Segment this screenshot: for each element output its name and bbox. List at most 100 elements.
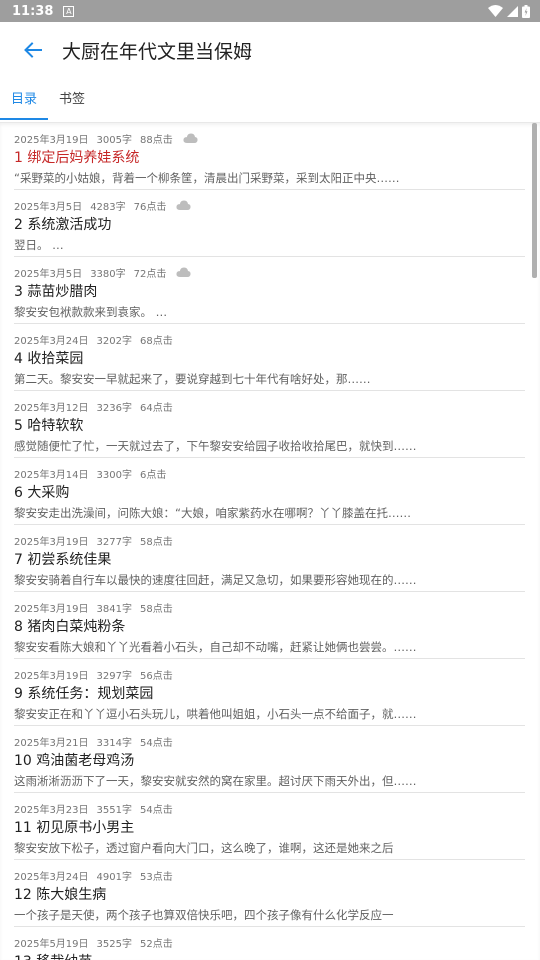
battery-icon [522,4,530,18]
chapter-title: 13 移栽幼苗 [14,953,525,960]
chapter-word-count: 4283字 [90,201,126,213]
chapter-click-count: 64点击 [140,402,173,414]
chapter-click-count: 52点击 [140,938,173,950]
chapter-word-count: 3277字 [96,536,132,548]
chapter-item[interactable]: 2025年3月19日 3841字 58点击 8 猪肉白菜炖粉条 黎安安看陈大娘和… [14,592,525,659]
chapter-word-count: 3551字 [96,804,132,816]
cloud-icon [183,133,198,143]
chapter-item[interactable]: 2025年3月24日 4901字 53点击 12 陈大娘生病 一个孩子是天使，两… [14,860,525,927]
chapter-title: 8 猪肉白菜炖粉条 [14,619,126,635]
chapter-title: 11 初见原书小男主 [14,820,135,836]
chapter-date: 2025年3月21日 [14,737,89,749]
chapter-preview: 黎安安包袱款款来到袁家。 … [14,305,168,319]
chapter-click-count: 53点击 [140,871,173,883]
chapter-title: 12 陈大娘生病 [14,887,107,903]
chapter-click-count: 6点击 [140,469,167,481]
chapter-click-count: 68点击 [140,335,173,347]
status-icons [488,4,530,18]
chapter-title: 10 鸡油菌老母鸡汤 [14,753,135,769]
tab-contents[interactable]: 目录 [0,78,49,122]
chapter-list[interactable]: 2025年3月19日 3005字 88点击 1 绑定后妈养娃系统 “采野菜的小姑… [0,122,540,960]
chapter-title: 5 哈特软软 [14,418,84,434]
chapter-item[interactable]: 2025年3月5日 3380字 72点击 3 蒜苗炒腊肉 黎安安包袱款款来到袁家… [14,257,525,324]
chapter-word-count: 3202字 [96,335,132,347]
chapter-date: 2025年3月19日 [14,603,89,615]
chapter-preview: 黎安安走出洗澡间，问陈大娘：“大娘，咱家紫药水在哪啊？丫丫膝盖在托…… [14,506,411,520]
chapter-item[interactable]: 2025年3月19日 3005字 88点击 1 绑定后妈养娃系统 “采野菜的小姑… [14,123,525,190]
chapter-meta: 2025年5月19日 3525字 52点击 [14,935,525,950]
chapter-preview: 这雨淅淅沥沥下了一天，黎安安就安然的窝在家里。超讨厌下雨天外出，但…… [14,774,417,788]
chapter-preview: 黎安安放下松子，透过窗户看向大门口，这么晚了，谁啊，这还是她来之后 [14,841,394,855]
chapter-title: 4 收拾菜园 [14,351,84,367]
cloud-icon [176,200,191,210]
chapter-meta: 2025年3月14日 3300字 6点击 [14,466,525,481]
scrollbar[interactable] [532,123,537,278]
status-time: 11:38 [12,3,54,19]
notification-icon: A [63,5,75,17]
arrow-left-icon [24,42,42,58]
chapter-preview: 黎安安正在和丫丫逗小石头玩儿，哄着他叫姐姐，小石头一点不给面子，就…… [14,707,417,721]
chapter-date: 2025年3月5日 [14,201,83,213]
app-bar: 大厨在年代文里当保姆 [0,22,540,78]
chapter-click-count: 88点击 [140,134,173,146]
chapter-date: 2025年5月19日 [14,938,89,950]
chapter-meta: 2025年3月21日 3314字 54点击 [14,734,525,749]
chapter-word-count: 3236字 [96,402,132,414]
page-title: 大厨在年代文里当保姆 [62,40,253,63]
chapter-item[interactable]: 2025年3月21日 3314字 54点击 10 鸡油菌老母鸡汤 这雨淅淅沥沥下… [14,726,525,793]
chapter-item[interactable]: 2025年5月19日 3525字 52点击 13 移栽幼苗 [14,927,525,960]
chapter-word-count: 3380字 [90,268,126,280]
chapter-word-count: 3314字 [96,737,132,749]
chapter-date: 2025年3月19日 [14,670,89,682]
chapter-click-count: 76点击 [133,201,167,213]
chapter-item[interactable]: 2025年3月19日 3297字 56点击 9 系统任务：规划菜园 黎安安正在和… [14,659,525,726]
tab-bookmarks[interactable]: 书签 [48,78,96,122]
chapter-word-count: 3841字 [96,603,132,615]
chapter-item[interactable]: 2025年3月24日 3202字 68点击 4 收拾菜园 第二天。黎安安一早就起… [14,324,525,391]
chapter-meta: 2025年3月24日 4901字 53点击 [14,868,525,883]
chapter-item[interactable]: 2025年3月14日 3300字 6点击 6 大采购 黎安安走出洗澡间，问陈大娘… [14,458,525,525]
back-button[interactable] [18,35,48,65]
chapter-meta: 2025年3月19日 3277字 58点击 [14,533,525,548]
chapter-meta: 2025年3月24日 3202字 68点击 [14,332,525,347]
chapter-date: 2025年3月19日 [14,536,89,548]
chapter-title: 3 蒜苗炒腊肉 [14,284,98,300]
chapter-title: 7 初尝系统佳果 [14,552,112,568]
chapter-item[interactable]: 2025年3月5日 4283字 76点击 2 系统激活成功 翌日。 … [14,190,525,257]
chapter-meta: 2025年3月5日 4283字 76点击 [14,198,525,213]
chapter-date: 2025年3月23日 [14,804,89,816]
chapter-preview: 黎安安骑着自行车以最快的速度往回赶，满足又急切，如果要形容她现在的…… [14,573,417,587]
chapter-click-count: 72点击 [133,268,167,280]
chapter-title: 2 系统激活成功 [14,217,112,233]
chapter-click-count: 54点击 [140,737,173,749]
chapter-title: 9 系统任务：规划菜园 [14,686,154,702]
chapter-item[interactable]: 2025年3月12日 3236字 64点击 5 哈特软软 感觉随便忙了忙，一天就… [14,391,525,458]
chapter-meta: 2025年3月19日 3841字 58点击 [14,600,525,615]
chapter-preview: 黎安安看陈大娘和丫丫光看着小石头，自己却不动嘴，赶紧让她俩也尝尝。…… [14,640,417,654]
chapter-item[interactable]: 2025年3月23日 3551字 54点击 11 初见原书小男主 黎安安放下松子… [14,793,525,860]
wifi-icon [488,5,503,17]
chapter-meta: 2025年3月19日 3297字 56点击 [14,667,525,682]
chapter-date: 2025年3月14日 [14,469,89,481]
chapter-title: 6 大采购 [14,485,70,501]
signal-icon [507,5,518,17]
chapter-preview: 翌日。 … [14,238,64,252]
chapter-date: 2025年3月5日 [14,268,83,280]
chapter-preview: 感觉随便忙了忙，一天就过去了，下午黎安安给园子收拾收拾尾巴，就快到…… [14,439,417,453]
chapter-click-count: 58点击 [140,536,173,548]
chapter-date: 2025年3月24日 [14,335,89,347]
chapter-preview: 一个孩子是天使，两个孩子也算双倍快乐吧，四个孩子像有什么化学反应一 [14,908,394,922]
chapter-meta: 2025年3月5日 3380字 72点击 [14,265,525,280]
chapter-title: 1 绑定后妈养娃系统 [14,150,140,166]
chapter-preview: “采野菜的小姑娘，背着一个柳条筐，清晨出门采野菜，采到太阳正中央…… [14,171,400,185]
chapter-meta: 2025年3月19日 3005字 88点击 [14,131,525,146]
chapter-item[interactable]: 2025年3月19日 3277字 58点击 7 初尝系统佳果 黎安安骑着自行车以… [14,525,525,592]
chapter-word-count: 4901字 [96,871,132,883]
tab-bar: 目录 书签 [0,78,540,122]
chapter-word-count: 3525字 [96,938,132,950]
status-bar: 11:38 A [0,0,540,22]
chapter-meta: 2025年3月23日 3551字 54点击 [14,801,525,816]
chapter-word-count: 3297字 [96,670,132,682]
cloud-icon [176,267,191,277]
chapter-preview: 第二天。黎安安一早就起来了，要说穿越到七十年代有啥好处，那…… [14,372,371,386]
